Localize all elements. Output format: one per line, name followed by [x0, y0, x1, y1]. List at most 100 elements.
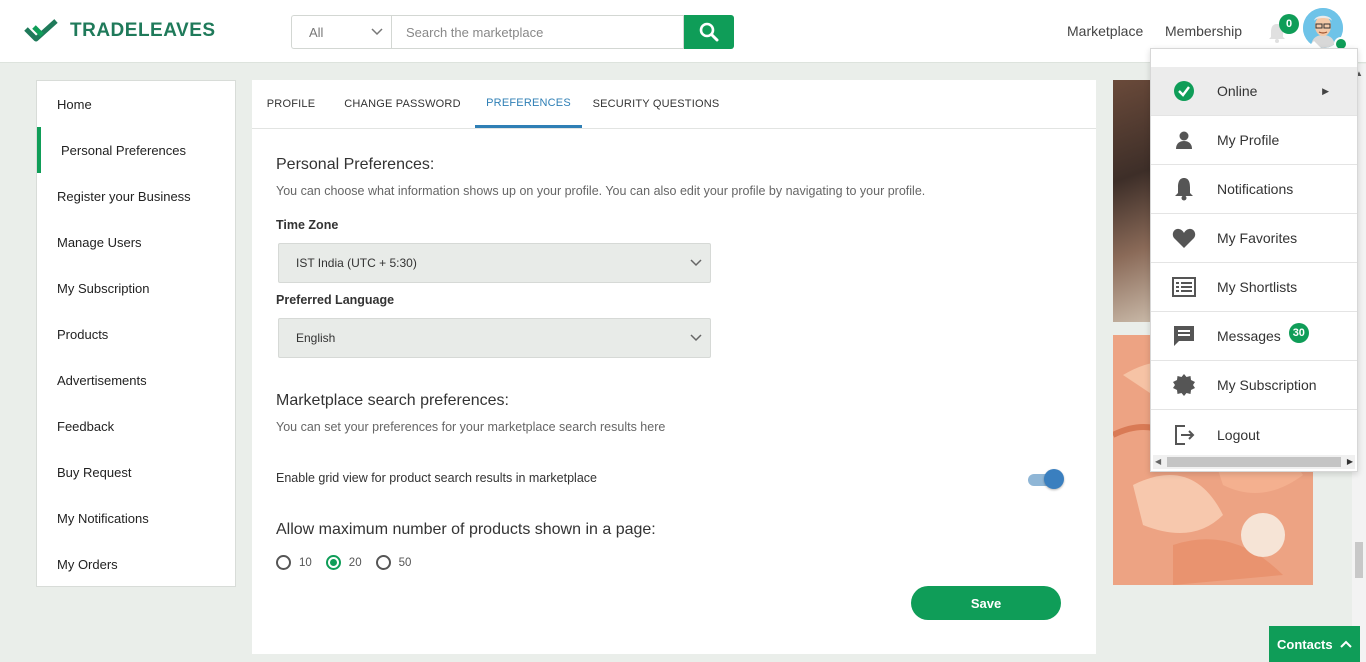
sidebar-item-register-business[interactable]: Register your Business [37, 173, 235, 219]
sidebar-item-buy-request[interactable]: Buy Request [37, 449, 235, 495]
person-icon [1151, 130, 1217, 150]
tab-preferences[interactable]: PREFERENCES [475, 80, 582, 128]
personal-preferences-description: You can choose what information shows up… [276, 184, 926, 198]
notification-count-badge: 0 [1279, 14, 1299, 34]
sidebar-item-label: My Subscription [57, 280, 150, 296]
sidebar-item-manage-users[interactable]: Manage Users [37, 219, 235, 265]
radio-option-50[interactable]: 50 [375, 555, 412, 570]
scrollbar-thumb[interactable] [1167, 457, 1341, 467]
radio-label: 10 [299, 556, 312, 569]
menu-item-label: Notifications [1217, 181, 1294, 197]
sidebar-item-label: Manage Users [57, 234, 142, 250]
sidebar-item-home[interactable]: Home [37, 81, 235, 127]
tab-security-questions[interactable]: SECURITY QUESTIONS [582, 80, 730, 128]
menu-item-my-subscription[interactable]: My Subscription [1151, 361, 1357, 410]
menu-item-logout[interactable]: Logout [1151, 410, 1357, 459]
radio-circle-selected [325, 555, 341, 570]
max-products-radio-group: 10 20 50 [276, 555, 425, 570]
tab-label: PROFILE [266, 98, 316, 110]
grid-view-label: Enable grid view for product search resu… [276, 471, 597, 485]
language-value: English [296, 331, 336, 345]
grid-view-toggle[interactable] [1028, 469, 1064, 489]
sidebar-item-label: My Notifications [57, 510, 149, 526]
tab-label: CHANGE PASSWORD [344, 98, 461, 110]
tab-change-password[interactable]: CHANGE PASSWORD [330, 80, 475, 128]
radio-option-10[interactable]: 10 [276, 555, 312, 570]
submenu-arrow-icon: ▶ [1322, 85, 1329, 96]
ad-image-crab[interactable] [1113, 80, 1153, 322]
bell-icon [1151, 177, 1217, 201]
radio-circle [375, 555, 391, 570]
sidebar-item-personal-preferences[interactable]: Personal Preferences [37, 127, 235, 173]
menu-item-label: My Favorites [1217, 230, 1298, 246]
list-icon [1151, 277, 1217, 297]
menu-item-label: Online [1217, 83, 1258, 99]
badge-icon [1151, 373, 1217, 397]
sidebar-item-advertisements[interactable]: Advertisements [37, 357, 235, 403]
membership-link[interactable]: Membership [1165, 23, 1242, 39]
sidebar-item-my-orders[interactable]: My Orders [37, 541, 235, 587]
menu-item-label: Messages [1217, 328, 1281, 344]
search-input[interactable] [391, 15, 684, 49]
scrollbar-thumb[interactable] [1355, 542, 1363, 578]
sidebar-item-my-subscription[interactable]: My Subscription [37, 265, 235, 311]
scroll-right-arrow-icon[interactable]: ▶ [1347, 457, 1353, 466]
contacts-widget[interactable]: Contacts [1269, 626, 1360, 662]
sidebar-item-label: Personal Preferences [61, 142, 187, 158]
settings-tabs: PROFILE CHANGE PASSWORD PREFERENCES SECU… [252, 80, 1096, 129]
timezone-value: IST India (UTC + 5:30) [296, 256, 417, 270]
menu-item-my-shortlists[interactable]: My Shortlists [1151, 263, 1357, 312]
save-button[interactable]: Save [911, 586, 1061, 620]
menu-item-online[interactable]: Online ▶ [1151, 67, 1357, 116]
timezone-label: Time Zone [276, 218, 339, 232]
menu-item-label: My Subscription [1217, 377, 1317, 393]
sidebar-item-label: Advertisements [57, 372, 147, 388]
search-bar: All [291, 15, 734, 49]
marketplace-preferences-description: You can set your preferences for your ma… [276, 420, 666, 434]
tradeleaves-logo-icon [24, 19, 58, 42]
chevron-down-icon [690, 259, 702, 267]
sidebar-item-my-notifications[interactable]: My Notifications [37, 495, 235, 541]
marketplace-preferences-heading: Marketplace search preferences: [276, 392, 509, 409]
brand-logo[interactable]: TRADELEAVES [24, 19, 216, 43]
chevron-down-icon [371, 28, 383, 36]
menu-item-my-favorites[interactable]: My Favorites [1151, 214, 1357, 263]
sidebar-item-label: My Orders [57, 556, 118, 572]
preferences-panel: PROFILE CHANGE PASSWORD PREFERENCES SECU… [252, 80, 1096, 654]
timezone-select[interactable]: IST India (UTC + 5:30) [278, 243, 711, 283]
logout-icon [1151, 424, 1217, 446]
search-icon [699, 22, 719, 42]
search-button[interactable] [684, 15, 734, 49]
account-sidebar: Home Personal Preferences Register your … [36, 80, 236, 587]
menu-item-notifications[interactable]: Notifications [1151, 165, 1357, 214]
tab-profile[interactable]: PROFILE [252, 80, 330, 128]
sidebar-item-label: Register your Business [57, 188, 191, 204]
search-category-select[interactable]: All [291, 15, 391, 49]
message-icon [1151, 325, 1217, 347]
scroll-left-arrow-icon[interactable]: ◀ [1155, 457, 1161, 466]
tab-label: SECURITY QUESTIONS [592, 98, 720, 110]
menu-item-messages[interactable]: Messages 30 [1151, 312, 1357, 361]
sidebar-item-label: Home [57, 96, 92, 112]
toggle-knob [1044, 469, 1064, 489]
check-circle-icon [1151, 80, 1217, 102]
radio-circle [276, 555, 291, 570]
messages-count-badge: 30 [1288, 323, 1309, 343]
sidebar-item-label: Buy Request [57, 464, 132, 480]
radio-label: 50 [398, 556, 412, 569]
sidebar-item-feedback[interactable]: Feedback [37, 403, 235, 449]
menu-item-label: My Shortlists [1217, 279, 1298, 295]
sidebar-item-products[interactable]: Products [37, 311, 235, 357]
menu-item-label: Logout [1217, 426, 1260, 443]
personal-preferences-heading: Personal Preferences: [276, 156, 435, 173]
menu-item-my-profile[interactable]: My Profile [1151, 116, 1357, 165]
language-select[interactable]: English [278, 318, 711, 358]
radio-option-20[interactable]: 20 [325, 555, 362, 570]
contacts-label: Contacts [1277, 636, 1333, 652]
tab-label: PREFERENCES [486, 96, 571, 109]
user-menu-dropdown: Online ▶ My Profile Notifications My Fav… [1150, 48, 1358, 472]
dropdown-horizontal-scrollbar[interactable]: ◀ ▶ [1153, 455, 1355, 469]
brand-name: TRADELEAVES [70, 20, 216, 41]
search-category-value: All [309, 24, 324, 40]
marketplace-link[interactable]: Marketplace [1067, 23, 1143, 39]
